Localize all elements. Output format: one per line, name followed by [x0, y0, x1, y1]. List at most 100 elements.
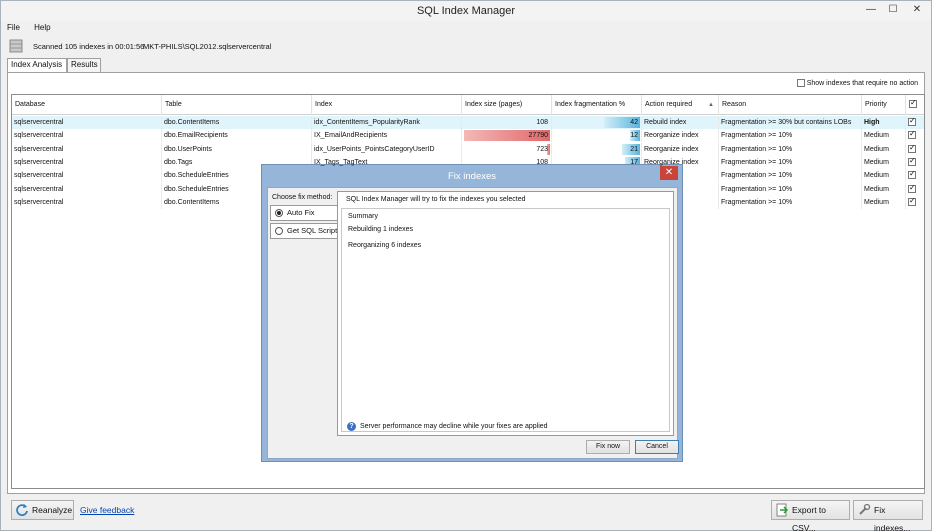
- fix-now-button[interactable]: Fix now: [586, 440, 630, 454]
- cell-reason: Fragmentation >= 10%: [719, 169, 862, 183]
- database-icon: [9, 39, 23, 53]
- cell-table-value: dbo.ScheduleEntries: [164, 172, 229, 180]
- row-checkbox[interactable]: [908, 143, 916, 153]
- export-csv-button[interactable]: Export to CSV...: [771, 500, 850, 531]
- scan-status-bar: Scanned 105 indexes in 00:01:56 MKT-PHIL…: [7, 37, 907, 55]
- tab-results[interactable]: Results: [67, 58, 101, 72]
- cell-priority: Medium: [862, 195, 906, 209]
- table-row[interactable]: sqlservercentral dbo.ContentItems idx_Cont…: [12, 116, 924, 129]
- row-checkbox[interactable]: [908, 156, 916, 167]
- cell-index: idx_ContentItems_PopularityRank: [312, 116, 462, 129]
- cell-index-value: idx_UserPoints_PointsCategoryUserID: [314, 145, 435, 153]
- row-checkbox[interactable]: [908, 116, 916, 127]
- fix-intro-text: SQL Index Manager will try to fix the in…: [346, 196, 526, 203]
- cell-priority-value: Medium: [864, 198, 889, 206]
- col-database[interactable]: Database: [12, 95, 162, 115]
- cell-action: Reorganize index: [642, 142, 719, 156]
- menu-file[interactable]: File: [7, 21, 20, 35]
- cell-priority-value: Medium: [864, 145, 889, 153]
- get-sql-script-option[interactable]: Get SQL Script: [270, 223, 340, 239]
- cell-select: [906, 143, 924, 156]
- row-checkbox[interactable]: [908, 129, 916, 140]
- cell-reason: Fragmentation >= 10%: [719, 142, 862, 156]
- cell-frag: 21: [552, 142, 642, 156]
- cell-action: Reorganize index: [642, 129, 719, 143]
- cell-database: sqlservercentral: [12, 169, 162, 183]
- dialog-body: Choose fix method: Auto Fix Get SQL Scri…: [267, 187, 679, 459]
- row-checkbox[interactable]: [908, 196, 916, 206]
- col-priority[interactable]: Priority: [862, 95, 906, 115]
- tab-index-analysis[interactable]: Index Analysis: [7, 58, 67, 73]
- cell-table: dbo.ContentItems: [162, 116, 312, 129]
- export-csv-label: Export to CSV...: [792, 505, 827, 531]
- cell-reason: Fragmentation >= 10%: [719, 155, 862, 169]
- cell-priority-value: Medium: [864, 172, 889, 180]
- cell-table-value: dbo.ContentItems: [164, 119, 220, 126]
- cell-frag: 12: [552, 129, 642, 143]
- cell-table-value: dbo.EmailRecipients: [164, 132, 228, 140]
- close-button[interactable]: ✕: [909, 3, 925, 17]
- cell-table-value: dbo.ContentItems: [164, 198, 220, 206]
- maximize-button[interactable]: ☐: [885, 3, 901, 17]
- dialog-footer: Fix now Cancel: [268, 438, 679, 458]
- col-action-required[interactable]: Action required ▲: [642, 95, 719, 115]
- table-row[interactable]: sqlservercentral dbo.EmailRecipients IX_Em…: [12, 129, 924, 143]
- cell-reason: Fragmentation >= 30% but contains LOBs: [719, 116, 862, 129]
- col-reason[interactable]: Reason: [719, 95, 862, 115]
- auto-fix-option[interactable]: Auto Fix: [270, 205, 340, 221]
- table-row[interactable]: sqlservercentral dbo.UserPoints idx_UserPo…: [12, 142, 924, 156]
- cell-size-value: 27790: [528, 132, 548, 140]
- cell-size: 27790: [462, 129, 552, 143]
- rebuilding-summary: Rebuilding 1 indexes: [348, 226, 413, 233]
- cell-reason-value: Fragmentation >= 10%: [721, 185, 793, 193]
- row-checkbox[interactable]: [908, 183, 916, 193]
- col-index-size[interactable]: Index size (pages): [462, 95, 552, 115]
- cell-select: [906, 196, 924, 209]
- cell-database: sqlservercentral: [12, 182, 162, 196]
- row-checkbox[interactable]: [908, 169, 916, 180]
- cell-priority: High: [862, 116, 906, 129]
- give-feedback-link[interactable]: Give feedback: [80, 505, 134, 515]
- fix-indexes-label: Fix indexes...: [874, 505, 911, 531]
- scan-summary: Scanned 105 indexes in 00:01:56: [33, 42, 145, 51]
- cell-database-value: sqlservercentral: [14, 132, 64, 140]
- get-sql-script-radio[interactable]: [275, 227, 283, 235]
- fix-indexes-button[interactable]: Fix indexes...: [853, 500, 923, 531]
- cell-size-value: 108: [536, 119, 548, 126]
- col-index[interactable]: Index: [312, 95, 462, 115]
- col-select-all[interactable]: [906, 95, 924, 115]
- reanalyze-button[interactable]: Reanalyze: [11, 500, 74, 520]
- menu-help[interactable]: Help: [34, 21, 50, 35]
- wrench-icon: [859, 503, 871, 515]
- cell-database-value: sqlservercentral: [14, 119, 64, 126]
- get-sql-script-label: Get SQL Script: [287, 226, 338, 235]
- show-no-action-checkbox[interactable]: [796, 79, 805, 87]
- performance-warning: Server performance may decline while you…: [360, 423, 548, 430]
- cell-frag-value: 42: [630, 119, 638, 126]
- cell-index-value: IX_EmailAndRecipients: [314, 132, 388, 140]
- bottom-toolbar: Reanalyze Give feedback Export to CSV...…: [7, 500, 925, 531]
- cell-index: idx_UserPoints_PointsCategoryUserID: [312, 142, 462, 156]
- show-no-action-filter[interactable]: Show indexes that require no action: [796, 79, 918, 87]
- cancel-button[interactable]: Cancel: [635, 440, 679, 454]
- cell-action: Rebuild index: [642, 116, 719, 129]
- sort-ascending-icon: ▲: [708, 102, 714, 108]
- col-index-fragmentation[interactable]: Index fragmentation %: [552, 95, 642, 115]
- dialog-close-button[interactable]: ✕: [660, 166, 678, 180]
- cell-database-value: sqlservercentral: [14, 145, 64, 153]
- cell-size-value: 723: [536, 145, 548, 153]
- dialog-title: Fix indexes: [447, 171, 497, 182]
- show-no-action-label: Show indexes that require no action: [806, 79, 918, 87]
- export-icon: [776, 503, 789, 517]
- cell-frag-value: 17: [630, 158, 638, 166]
- window-title: SQL Index Manager: [416, 5, 516, 17]
- cell-reason: Fragmentation >= 10%: [719, 195, 862, 209]
- cell-priority-value: High: [864, 119, 880, 126]
- auto-fix-radio[interactable]: [275, 209, 283, 217]
- cell-database-value: sqlservercentral: [14, 185, 64, 193]
- menu-bar: File Help: [7, 21, 63, 35]
- col-table[interactable]: Table: [162, 95, 312, 115]
- select-all-checkbox[interactable]: [909, 98, 917, 109]
- cell-size-value: 108: [536, 158, 548, 166]
- minimize-button[interactable]: —: [863, 3, 879, 17]
